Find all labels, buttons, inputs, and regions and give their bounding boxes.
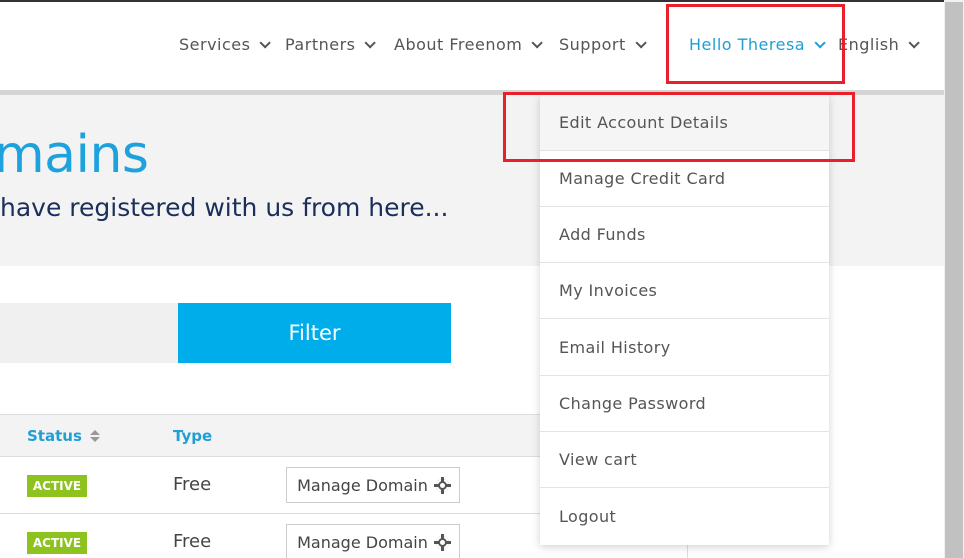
status-badge: ACTIVE bbox=[27, 532, 87, 554]
status-badge: ACTIVE bbox=[27, 475, 87, 497]
chevron-down-icon bbox=[531, 36, 544, 49]
highlight-box-edit-account bbox=[503, 92, 855, 162]
nav-partners-label: Partners bbox=[285, 35, 356, 54]
column-header-type: Type bbox=[173, 427, 212, 445]
manage-domain-button[interactable]: Manage Domain bbox=[286, 524, 460, 558]
column-header-status[interactable]: Status bbox=[27, 427, 100, 445]
menu-item-change-password[interactable]: Change Password bbox=[540, 376, 829, 432]
gear-icon bbox=[433, 476, 451, 494]
chevron-down-icon bbox=[259, 36, 272, 49]
nav-language-label: English bbox=[838, 35, 900, 54]
menu-item-view-cart[interactable]: View cart bbox=[540, 432, 829, 488]
chevron-down-icon bbox=[364, 36, 377, 49]
chevron-down-icon bbox=[635, 36, 647, 49]
page-title: mains bbox=[0, 125, 149, 185]
filter-button[interactable]: Filter bbox=[178, 303, 451, 363]
chevron-down-icon bbox=[908, 36, 921, 49]
nav-about-label: About Freenom bbox=[394, 35, 523, 54]
sort-icon[interactable] bbox=[89, 430, 100, 442]
search-input[interactable] bbox=[0, 303, 178, 363]
type-cell: Free bbox=[173, 531, 212, 552]
menu-item-add-funds[interactable]: Add Funds bbox=[540, 207, 829, 263]
manage-domain-label: Manage Domain bbox=[297, 475, 428, 495]
menu-item-logout[interactable]: Logout bbox=[540, 488, 829, 544]
scrollbar-thumb[interactable] bbox=[945, 2, 963, 558]
manage-domain-button[interactable]: Manage Domain bbox=[286, 467, 460, 503]
menu-item-email-history[interactable]: Email History bbox=[540, 320, 829, 376]
manage-domain-label: Manage Domain bbox=[297, 532, 428, 552]
nav-services[interactable]: Services bbox=[179, 35, 272, 54]
gear-icon bbox=[433, 533, 451, 551]
nav-support[interactable]: Support bbox=[559, 35, 647, 54]
nav-support-label: Support bbox=[559, 35, 626, 54]
nav-about-freenom[interactable]: About Freenom bbox=[394, 35, 544, 54]
highlight-box-user-menu bbox=[666, 4, 845, 84]
page-subtitle: have registered with us from here... bbox=[0, 193, 449, 222]
column-header-status-label: Status bbox=[27, 427, 82, 445]
user-dropdown-menu: Edit Account Details Manage Credit Card … bbox=[540, 95, 829, 545]
column-header-type-label: Type bbox=[173, 427, 213, 445]
nav-services-label: Services bbox=[179, 35, 251, 54]
nav-language[interactable]: English bbox=[838, 35, 921, 54]
type-cell: Free bbox=[173, 474, 212, 495]
nav-partners[interactable]: Partners bbox=[285, 35, 377, 54]
menu-item-my-invoices[interactable]: My Invoices bbox=[540, 263, 829, 319]
